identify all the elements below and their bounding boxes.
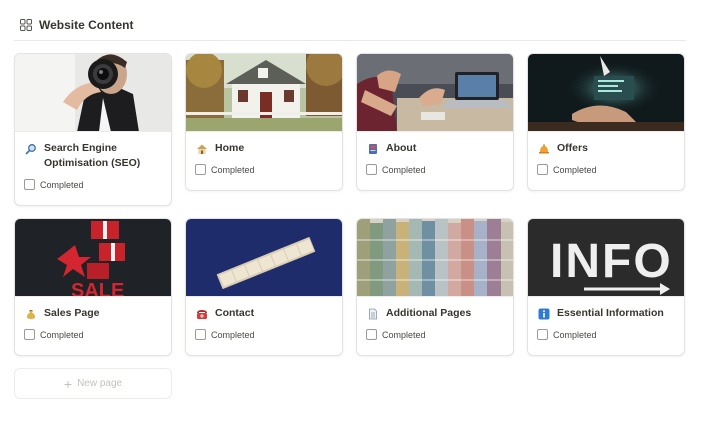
completed-checkbox[interactable]	[195, 329, 206, 340]
book-icon	[366, 142, 380, 156]
completed-checkbox[interactable]	[537, 329, 548, 340]
header-divider	[14, 40, 686, 41]
svg-text:INFO: INFO	[550, 235, 673, 288]
completed-checkbox[interactable]	[537, 164, 548, 175]
page-icon	[366, 307, 380, 321]
card-cover-image	[528, 54, 684, 132]
card-title: Home	[215, 142, 245, 154]
card-title: Essential Information	[557, 307, 664, 319]
completed-label: Completed	[211, 164, 255, 175]
card-cover-image	[186, 219, 342, 297]
gallery-grid-icon	[20, 19, 32, 31]
card-cover-image: INFO	[528, 219, 684, 297]
gallery-card-essential-information[interactable]: INFO Essential Information Completed	[527, 218, 685, 356]
database-title[interactable]: Website Content	[39, 18, 133, 32]
house-icon	[195, 142, 209, 156]
completed-label: Completed	[40, 179, 84, 190]
gallery-card-contact[interactable]: Contact Completed	[185, 218, 343, 356]
gallery-card-offers[interactable]: Offers Completed	[527, 53, 685, 191]
card-title: Contact	[215, 307, 255, 319]
card-title: Offers	[557, 142, 588, 154]
completed-checkbox[interactable]	[24, 179, 35, 190]
info-icon	[537, 307, 551, 321]
completed-label: Completed	[382, 329, 426, 340]
card-title: Search Engine Optimisation (SEO)	[44, 142, 141, 169]
card-title: Sales Page	[44, 307, 100, 319]
card-cover-image	[15, 54, 171, 132]
completed-label: Completed	[40, 329, 84, 340]
telephone-icon	[195, 307, 209, 321]
card-cover-image	[357, 219, 513, 297]
completed-label: Completed	[553, 329, 597, 340]
completed-checkbox[interactable]	[195, 164, 206, 175]
database-header: Website Content	[20, 16, 133, 34]
money-bag-icon	[24, 307, 38, 321]
gallery-card-sales[interactable]: SALE Sales Page Completed	[14, 218, 172, 356]
completed-checkbox[interactable]	[24, 329, 35, 340]
gallery-card-home[interactable]: Home Completed	[185, 53, 343, 191]
completed-label: Completed	[211, 329, 255, 340]
card-title: Additional Pages	[386, 307, 472, 319]
svg-text:SALE: SALE	[71, 280, 124, 297]
completed-checkbox[interactable]	[366, 329, 377, 340]
new-page-label: New page	[77, 378, 123, 389]
completed-label: Completed	[382, 164, 426, 175]
gallery-card-about[interactable]: About Completed	[356, 53, 514, 191]
gallery-card-additional-pages[interactable]: Additional Pages Completed	[356, 218, 514, 356]
gallery-card-seo[interactable]: Search Engine Optimisation (SEO) Complet…	[14, 53, 172, 206]
completed-label: Completed	[553, 164, 597, 175]
magnifier-icon	[24, 142, 38, 156]
plus-icon: +	[63, 375, 73, 392]
card-title: About	[386, 142, 417, 154]
new-page-button[interactable]: + New page	[14, 368, 172, 399]
card-cover-image	[186, 54, 342, 132]
bell-icon	[537, 142, 551, 156]
card-cover-image: SALE	[15, 219, 171, 297]
gallery-view: Search Engine Optimisation (SEO) Complet…	[14, 53, 685, 356]
completed-checkbox[interactable]	[366, 164, 377, 175]
card-cover-image	[357, 54, 513, 132]
